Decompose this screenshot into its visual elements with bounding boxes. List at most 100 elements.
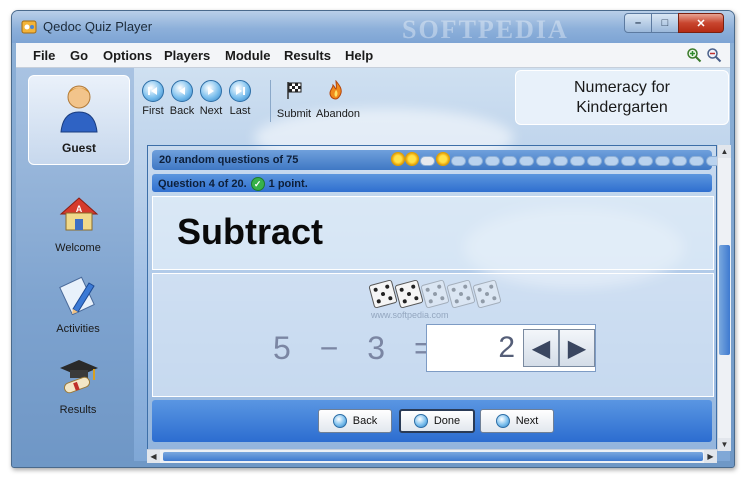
sun-icon [437,153,449,165]
scroll-right-icon[interactable]: ▶ [704,450,717,463]
app-window: Qedoc Quiz Player SOFTPEDIA – □ ✕ File G… [11,10,735,468]
back-icon [171,80,193,102]
math-expression: 5 − 3 = [273,330,443,366]
done-button[interactable]: Done [399,409,475,433]
back-button[interactable]: Back [318,409,392,433]
title-bar: Qedoc Quiz Player SOFTPEDIA – □ ✕ [12,11,734,44]
vertical-scrollbar[interactable]: ▲ ▼ [717,145,731,451]
zoom-out-icon[interactable] [706,47,722,63]
cloud-icon [536,156,551,166]
menu-file[interactable]: File [33,48,55,63]
question-heading: Subtract [177,211,324,252]
quiz-summary-bar: 20 random questions of 75 [152,150,721,170]
cloud-icon [587,156,602,166]
next-icon [200,80,222,102]
cloud-icon [519,156,534,166]
fire-icon [329,79,342,100]
check-icon: ✓ [250,177,265,191]
last-label: Last [229,105,251,117]
user-name: Guest [61,141,96,155]
submit-label: Submit [276,108,312,120]
quiz-panel: 20 random questions of 75 Question 4 of … [147,145,721,453]
sun-icon [392,153,404,165]
cloud-icon [570,156,585,166]
points-label: 1 point. [268,178,308,190]
window-title: Qedoc Quiz Player [43,19,153,34]
sidebar-item-activities[interactable]: Activities [28,271,128,341]
checkered-flag-icon [287,82,302,99]
question-heading-box: Subtract [152,196,714,270]
menu-options[interactable]: Options [103,48,152,63]
scroll-down-icon[interactable]: ▼ [718,438,731,451]
menu-go[interactable]: Go [70,48,88,63]
last-button[interactable]: Last [223,80,257,124]
quiz-navigation-bar: Back Done Next [152,400,712,442]
pencil-icon [59,276,95,315]
horizontal-scrollbar[interactable]: ◀ ▶ [147,449,717,463]
increase-answer-button[interactable]: ▶ [559,329,595,367]
dice-icon [394,279,424,309]
answer-stepper[interactable]: 2 ◀ ▶ [426,324,596,372]
question-status: Question 4 of 20. [158,178,247,190]
dice-icon [446,279,476,309]
horizontal-scroll-thumb[interactable] [163,452,703,461]
cloud-icon [604,156,619,166]
back-arrow-icon [332,414,347,428]
sidebar-item-label: Results [59,404,97,416]
main-content: First Back Next Last Submit Abandon Nume… [134,68,731,463]
user-card[interactable]: Guest [28,75,130,165]
maximize-button[interactable]: □ [651,13,679,33]
softpedia-url-watermark: www.softpedia.com [371,310,449,320]
toolbar-separator [270,80,271,122]
sidebar-item-label: Welcome [55,242,101,254]
vertical-scroll-thumb[interactable] [719,245,730,355]
submit-button[interactable]: Submit [276,80,312,124]
softpedia-watermark: SOFTPEDIA [402,15,569,44]
menu-help[interactable]: Help [345,48,373,63]
sidebar-item-welcome[interactable]: A Welcome [28,190,128,260]
back-button-label: Back [352,415,378,427]
problem-area: www.softpedia.com 5 − 3 = 2 ◀ ▶ [152,273,714,397]
cloud-icon [655,156,670,166]
question-status-bar: Question 4 of 20. ✓ 1 point. [152,174,712,192]
menu-module[interactable]: Module [225,48,271,63]
menu-results[interactable]: Results [284,48,331,63]
dice-icon [472,279,502,309]
module-title-line2: Kindergarten [576,98,668,116]
dice-icon [368,279,398,309]
next-button[interactable]: Next [480,409,554,433]
menu-players[interactable]: Players [164,48,210,63]
close-button[interactable]: ✕ [678,13,724,33]
abandon-button[interactable]: Abandon [316,79,361,124]
decrease-answer-button[interactable]: ◀ [523,329,559,367]
scroll-up-icon[interactable]: ▲ [718,145,731,158]
cloud-icon [672,156,687,166]
dice-icon [420,279,450,309]
cloud-icon [485,156,500,166]
module-title-box: Numeracy for Kindergarten [515,70,729,125]
progress-indicator [392,153,721,167]
sidebar-item-results[interactable]: Results [28,352,128,422]
minimize-button[interactable]: – [624,13,652,33]
module-title-line1: Numeracy for [573,78,671,96]
cloud-icon [638,156,653,166]
svg-text:A: A [76,204,83,214]
quiz-summary: 20 random questions of 75 [159,154,299,166]
next-button-label: Next [515,415,539,427]
graduation-cap-icon [60,360,98,394]
next-arrow-icon [495,414,510,428]
answer-value: 2 [498,331,515,364]
cloud-sun-icon [420,156,435,166]
house-icon: A [59,197,99,231]
zoom-in-icon[interactable] [686,47,702,63]
sidebar-item-label: Activities [56,323,100,335]
done-button-label: Done [433,415,461,427]
sidebar: Guest A Welcome Activities Results [16,68,134,461]
abandon-label: Abandon [316,108,361,120]
first-icon [142,80,164,102]
scroll-left-icon[interactable]: ◀ [147,450,160,463]
cloud-icon [468,156,483,166]
menu-bar: File Go Options Players Module Results H… [16,43,730,68]
cloud-icon [451,156,466,166]
app-icon [21,20,37,34]
